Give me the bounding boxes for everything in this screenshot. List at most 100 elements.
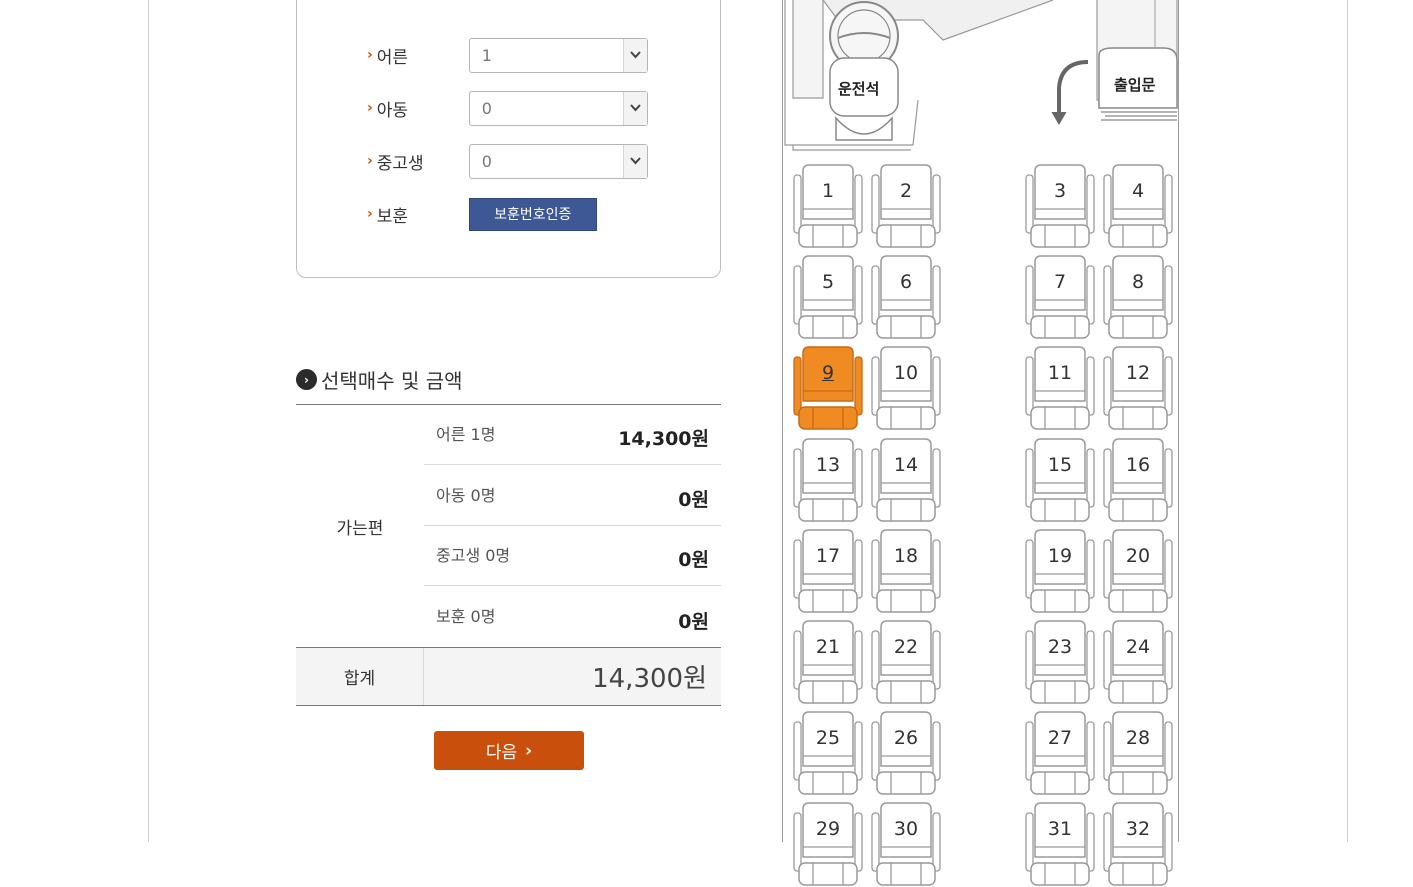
chevron-right-icon: › bbox=[525, 740, 533, 761]
fare-row-label: 아동 0명 bbox=[436, 486, 496, 505]
seat-20[interactable]: 20 bbox=[1101, 528, 1175, 614]
seat-number: 2 bbox=[899, 180, 913, 202]
seat-number: 4 bbox=[1131, 180, 1145, 202]
fare-summary-table: 가는편 어른 1명 14,300원 아동 0명 0원 중고생 0명 0원 보훈 … bbox=[296, 404, 721, 706]
seat-8[interactable]: 8 bbox=[1101, 254, 1175, 340]
total-label: 합계 bbox=[296, 648, 424, 705]
fare-row: 중고생 0명 0원 bbox=[424, 526, 721, 586]
seat-25[interactable]: 25 bbox=[791, 710, 865, 796]
seat-number: 32 bbox=[1125, 818, 1151, 841]
adult-row: › 어른 1 bbox=[367, 37, 648, 73]
student-row: › 중고생 0 bbox=[367, 143, 648, 179]
seat-29[interactable]: 29 bbox=[791, 801, 865, 887]
child-label: 아동 bbox=[376, 100, 409, 121]
seat-27[interactable]: 27 bbox=[1023, 710, 1097, 796]
chevron-right-circle-icon: › bbox=[296, 369, 317, 390]
seat-13[interactable]: 13 bbox=[791, 437, 865, 523]
student-label: 중고생 bbox=[376, 153, 424, 174]
seat-number: 24 bbox=[1125, 636, 1151, 658]
seat-number: 25 bbox=[815, 727, 841, 750]
seat-4[interactable]: 4 bbox=[1101, 163, 1175, 249]
seat-9[interactable]: 9 bbox=[791, 345, 865, 431]
fare-row-label: 보훈 0명 bbox=[436, 607, 496, 626]
fare-summary-body: 가는편 어른 1명 14,300원 아동 0명 0원 중고생 0명 0원 보훈 … bbox=[296, 405, 721, 647]
total-amount: 14,300원 bbox=[592, 664, 707, 694]
seat-number: 1 bbox=[821, 180, 835, 202]
seat-5[interactable]: 5 bbox=[791, 254, 865, 340]
seat-26[interactable]: 26 bbox=[869, 710, 943, 796]
seat-10[interactable]: 10 bbox=[869, 345, 943, 431]
seat-2[interactable]: 2 bbox=[869, 163, 943, 249]
seat-17[interactable]: 17 bbox=[791, 528, 865, 614]
next-button-label: 다음 bbox=[485, 743, 518, 763]
seat-number: 5 bbox=[821, 271, 835, 294]
student-count-select[interactable]: 0 bbox=[468, 143, 648, 179]
seat-32[interactable]: 32 bbox=[1101, 801, 1175, 887]
next-button[interactable]: 다음 › bbox=[434, 731, 584, 770]
seat-21[interactable]: 21 bbox=[791, 619, 865, 705]
adult-label: 어른 bbox=[376, 47, 409, 68]
seat-14[interactable]: 14 bbox=[869, 437, 943, 523]
seat-15[interactable]: 15 bbox=[1023, 437, 1097, 523]
child-count-select[interactable]: 0 bbox=[468, 90, 648, 126]
fare-row-amount: 14,300원 bbox=[618, 428, 709, 450]
seat-31[interactable]: 31 bbox=[1023, 801, 1097, 887]
seat-number: 17 bbox=[815, 544, 841, 567]
bus-seat-map: 운전석 출입문 1 2 3 4 5 6 7 8 9 10 11 12 13 14… bbox=[782, 0, 1179, 887]
veteran-label: 보훈 bbox=[376, 206, 409, 227]
seat-11[interactable]: 11 bbox=[1023, 345, 1097, 431]
seat-7[interactable]: 7 bbox=[1023, 254, 1097, 340]
seat-number: 11 bbox=[1047, 362, 1073, 385]
fare-row-label: 중고생 0명 bbox=[436, 546, 511, 565]
seat-1[interactable]: 1 bbox=[791, 163, 865, 249]
seat-12[interactable]: 12 bbox=[1101, 345, 1175, 431]
fare-row-amount: 0원 bbox=[678, 489, 709, 511]
chevron-down-icon bbox=[622, 91, 647, 125]
driver-seat-label: 운전석 bbox=[838, 80, 880, 98]
seat-number: 18 bbox=[893, 544, 919, 567]
seat-16[interactable]: 16 bbox=[1101, 437, 1175, 523]
seat-number: 30 bbox=[893, 818, 919, 841]
seat-22[interactable]: 22 bbox=[869, 619, 943, 705]
veteran-row: › 보훈 보훈번호인증 bbox=[367, 196, 597, 232]
adult-count-select[interactable]: 1 bbox=[468, 37, 648, 73]
seat-number: 12 bbox=[1125, 362, 1151, 385]
bullet-arrow-icon: › bbox=[367, 206, 373, 222]
seat-3[interactable]: 3 bbox=[1023, 163, 1097, 249]
seat-24[interactable]: 24 bbox=[1101, 619, 1175, 705]
seat-number: 26 bbox=[893, 727, 919, 750]
veteran-verify-button[interactable]: 보훈번호인증 bbox=[468, 197, 597, 231]
student-count-value: 0 bbox=[481, 151, 492, 171]
child-row: › 아동 0 bbox=[367, 90, 648, 126]
fare-row-amount: 0원 bbox=[678, 549, 709, 571]
seat-number: 27 bbox=[1047, 727, 1073, 750]
seat-30[interactable]: 30 bbox=[869, 801, 943, 887]
trip-label: 가는편 bbox=[336, 518, 384, 539]
seat-23[interactable]: 23 bbox=[1023, 619, 1097, 705]
seat-number: 29 bbox=[815, 818, 841, 841]
chevron-down-icon bbox=[622, 144, 647, 178]
seat-number: 21 bbox=[815, 636, 841, 658]
passenger-count-panel: › 어른 1 › 아동 0 › 중고생 0 › 보훈 보훈번호인증 bbox=[296, 0, 721, 278]
seat-number: 10 bbox=[893, 362, 919, 385]
seat-number: 14 bbox=[893, 453, 919, 476]
summary-heading: › 선택매수 및 금액 bbox=[296, 365, 463, 394]
bullet-arrow-icon: › bbox=[367, 47, 373, 63]
seat-6[interactable]: 6 bbox=[869, 254, 943, 340]
seat-28[interactable]: 28 bbox=[1101, 710, 1175, 796]
seat-number: 13 bbox=[815, 453, 841, 476]
fare-row-amount: 0원 bbox=[678, 610, 709, 633]
adult-count-value: 1 bbox=[481, 45, 492, 65]
seat-number: 3 bbox=[1053, 180, 1067, 202]
seat-number: 31 bbox=[1047, 818, 1073, 841]
seat-number: 20 bbox=[1125, 544, 1151, 567]
bullet-arrow-icon: › bbox=[367, 100, 373, 116]
fare-row-label: 어른 1명 bbox=[436, 425, 496, 444]
child-count-value: 0 bbox=[481, 98, 492, 118]
seat-number: 19 bbox=[1047, 544, 1073, 567]
seat-18[interactable]: 18 bbox=[869, 528, 943, 614]
seat-number: 16 bbox=[1125, 453, 1151, 476]
summary-title: 선택매수 및 금액 bbox=[321, 369, 463, 393]
seat-19[interactable]: 19 bbox=[1023, 528, 1097, 614]
bullet-arrow-icon: › bbox=[367, 153, 373, 169]
